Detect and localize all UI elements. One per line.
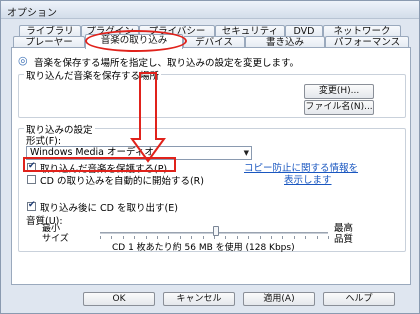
highlight-oval (85, 30, 187, 52)
slider-tick (134, 236, 136, 239)
cd-icon: ◎ (18, 54, 28, 67)
checkmark-icon: ✔ (28, 200, 36, 210)
slider-tick (305, 236, 307, 239)
slider-tick (248, 236, 250, 239)
window-title: オプション (7, 8, 57, 19)
chevron-down-icon: ▼ (243, 149, 249, 157)
highlight-rect (23, 157, 176, 172)
slider-tick (145, 236, 147, 239)
copy-protect-info-link-line2[interactable]: 表示します (284, 172, 332, 186)
slider-tick (202, 236, 204, 239)
slider-tick (259, 236, 261, 239)
slider-tick (236, 236, 238, 239)
rip-music-panel: ◎ 音楽を保存する場所を指定し、取り込みの設定を変更します。 取り込んだ音楽を保… (11, 47, 411, 285)
slider-tick (282, 236, 284, 239)
slider-tick (122, 236, 124, 239)
options-dialog: オプション ライブラリ プラグイン プライバシー セキュリティ DVD ネットワ… (0, 0, 420, 314)
quality-max-label: 最高 品質 (334, 223, 354, 245)
quality-min-label: 最小 サイズ (42, 224, 69, 244)
slider-tick (214, 236, 215, 239)
slider-tick (179, 236, 181, 239)
slider-tick (157, 236, 158, 239)
slider-tick (225, 236, 227, 239)
location-group-label: 取り込んだ音楽を保存する場所 (24, 68, 162, 82)
slider-tick (100, 236, 101, 239)
ok-button[interactable]: OK (83, 292, 155, 306)
quality-slider-thumb[interactable] (213, 226, 220, 236)
filename-button[interactable]: ファイル名(N)... (304, 100, 374, 115)
slider-tick (316, 236, 318, 239)
slider-tick (293, 236, 295, 239)
help-button[interactable]: ヘルプ (323, 292, 395, 306)
eject-checkbox[interactable]: ✔ (27, 200, 36, 211)
slider-tick (271, 236, 272, 239)
slider-tick (168, 236, 170, 239)
autorip-checkbox-label: CD の取り込みを自動的に開始する(R) (40, 176, 204, 187)
slider-tick (111, 236, 113, 239)
change-location-button[interactable]: 変更(H)... (304, 84, 374, 99)
slider-tick (328, 236, 329, 239)
quality-info-text: CD 1 枚あたり約 56 MB を使用 (128 Kbps) (112, 243, 295, 253)
format-label: 形式(F): (26, 136, 62, 147)
eject-checkbox-label: 取り込み後に CD を取り出す(E) (40, 203, 178, 214)
apply-button[interactable]: 適用(A) (243, 292, 315, 306)
intro-text: 音楽を保存する場所を指定し、取り込みの設定を変更します。 (34, 58, 300, 69)
title-bar: オプション (1, 1, 419, 19)
autorip-checkbox[interactable] (27, 175, 36, 184)
slider-tick (191, 236, 193, 239)
cancel-button[interactable]: キャンセル (163, 292, 235, 306)
